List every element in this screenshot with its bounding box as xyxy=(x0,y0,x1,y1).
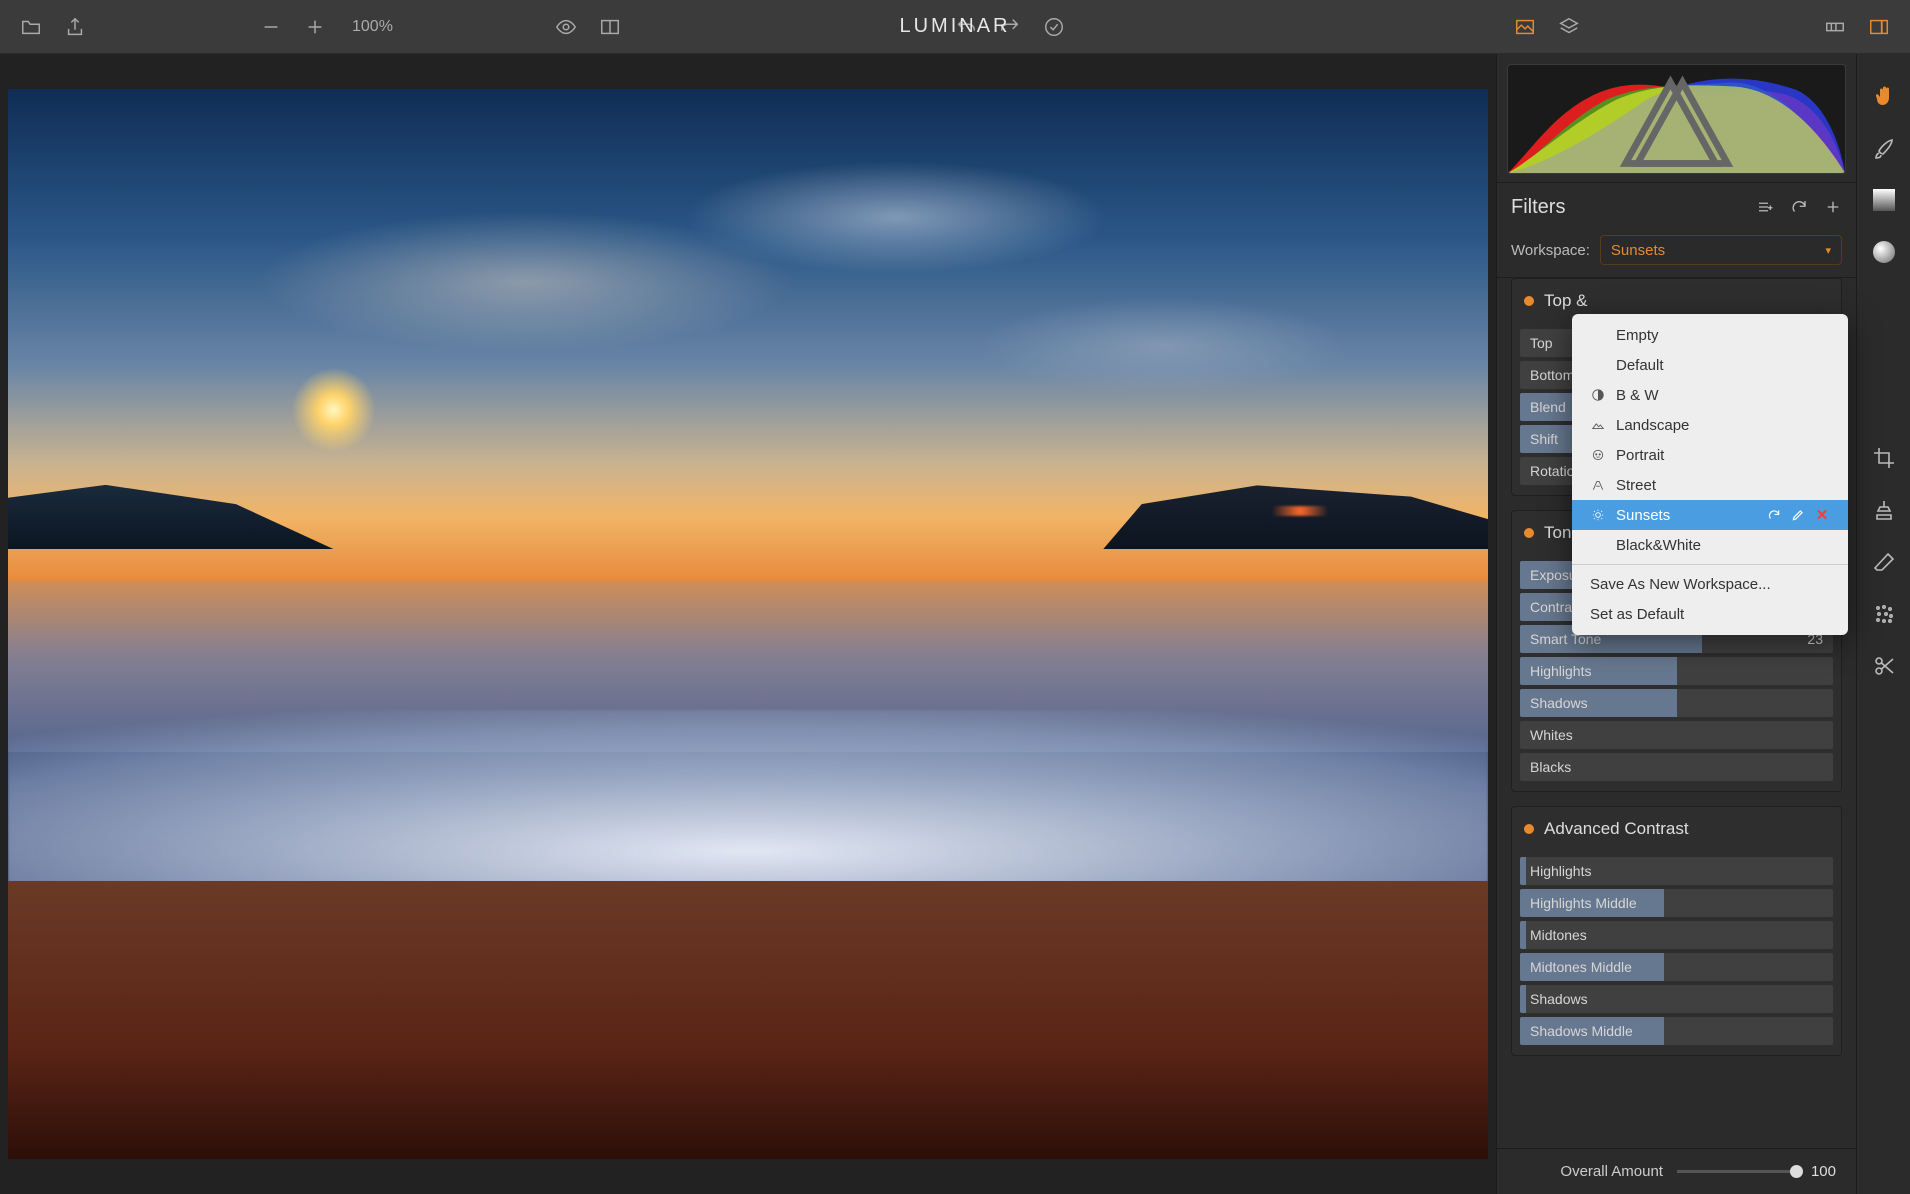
layers-icon[interactable] xyxy=(1556,14,1582,40)
presets-strip-icon[interactable] xyxy=(1822,14,1848,40)
zoom-level[interactable]: 100% xyxy=(352,18,393,36)
check-circle-icon[interactable] xyxy=(1041,14,1067,40)
slider[interactable]: Highlights Middle xyxy=(1520,889,1833,917)
share-icon[interactable] xyxy=(62,14,88,40)
filter-enabled-dot[interactable] xyxy=(1524,528,1534,538)
radial-tool-icon[interactable] xyxy=(1870,238,1898,266)
slider[interactable]: Shadows Middle xyxy=(1520,1017,1833,1045)
workspace-menu-item[interactable]: Sunsets ✕ xyxy=(1572,500,1848,530)
zoom-out-icon[interactable] xyxy=(258,14,284,40)
gradient-tool-icon[interactable] xyxy=(1870,186,1898,214)
slider-label: Shadows xyxy=(1520,695,1833,711)
image-mode-icon[interactable] xyxy=(1512,14,1538,40)
slider[interactable]: Shadows xyxy=(1520,985,1833,1013)
slider-label: Shadows Middle xyxy=(1520,1023,1833,1039)
slider-label: Whites xyxy=(1520,727,1833,743)
clip-warning-right-icon[interactable] xyxy=(1507,69,1839,174)
workspace-menu-item[interactable]: Default xyxy=(1572,350,1848,380)
workspace-menu-item[interactable]: Street xyxy=(1572,470,1848,500)
contrast-icon xyxy=(1590,387,1606,403)
delete-icon[interactable]: ✕ xyxy=(1814,507,1830,523)
slider[interactable]: Whites xyxy=(1520,721,1833,749)
workspace-selected-value: Sunsets xyxy=(1611,242,1665,259)
chevron-down-icon: ▾ xyxy=(1825,244,1831,257)
edit-icon[interactable] xyxy=(1790,507,1806,523)
overall-amount-label: Overall Amount xyxy=(1560,1163,1663,1180)
side-panel-icon[interactable] xyxy=(1866,14,1892,40)
slider-label: Highlights xyxy=(1520,663,1833,679)
menu-item-label: Set as Default xyxy=(1590,606,1684,623)
tool-strip xyxy=(1856,54,1910,1194)
filter-block: Advanced Contrast Highlights Highlights Mi… xyxy=(1511,806,1842,1056)
eraser-tool-icon[interactable] xyxy=(1870,548,1898,576)
menu-separator xyxy=(1572,564,1848,565)
slider-label: Midtones Middle xyxy=(1520,959,1833,975)
menu-item-label: Sunsets xyxy=(1616,507,1670,524)
workspace-menu-item[interactable]: Empty xyxy=(1572,320,1848,350)
filter-enabled-dot[interactable] xyxy=(1524,296,1534,306)
overall-amount-bar: Overall Amount 100 xyxy=(1497,1148,1856,1194)
menu-item-label: Portrait xyxy=(1616,447,1664,464)
slider-label: Highlights Middle xyxy=(1520,895,1833,911)
street-icon xyxy=(1590,477,1606,493)
slider[interactable]: Blacks xyxy=(1520,753,1833,781)
menu-item-label: B & W xyxy=(1616,387,1659,404)
workspace-menu-action[interactable]: Save As New Workspace... xyxy=(1572,569,1848,599)
compare-icon[interactable] xyxy=(597,14,623,40)
menu-item-label: Black&White xyxy=(1616,537,1701,554)
menu-item-label: Landscape xyxy=(1616,417,1689,434)
workspace-menu-item[interactable]: Landscape xyxy=(1572,410,1848,440)
plus-icon[interactable] xyxy=(1824,198,1842,216)
folder-icon[interactable] xyxy=(18,14,44,40)
add-filter-icon[interactable] xyxy=(1756,198,1774,216)
scissors-tool-icon[interactable] xyxy=(1870,652,1898,680)
top-toolbar: 100% LUMINAR xyxy=(0,0,1910,54)
slider[interactable]: Midtones xyxy=(1520,921,1833,949)
slider[interactable]: Highlights xyxy=(1520,857,1833,885)
menu-item-label: Empty xyxy=(1616,327,1659,344)
crop-tool-icon[interactable] xyxy=(1870,444,1898,472)
noise-tool-icon[interactable] xyxy=(1870,600,1898,628)
filter-block-title: Top & xyxy=(1544,291,1587,311)
filter-block-body: Highlights Highlights Middle Midtones Midto… xyxy=(1512,851,1841,1055)
filter-block-header[interactable]: Advanced Contrast xyxy=(1512,807,1841,851)
slider[interactable]: Midtones Middle xyxy=(1520,953,1833,981)
workspace-menu-item[interactable]: B & W xyxy=(1572,380,1848,410)
histogram[interactable] xyxy=(1507,64,1846,174)
menu-item-label: Save As New Workspace... xyxy=(1590,576,1771,593)
filter-enabled-dot[interactable] xyxy=(1524,824,1534,834)
slider-label: Midtones xyxy=(1520,927,1833,943)
filter-block-title: Advanced Contrast xyxy=(1544,819,1689,839)
workspace-menu-item[interactable]: Portrait xyxy=(1572,440,1848,470)
landscape-icon xyxy=(1590,417,1606,433)
image-canvas[interactable] xyxy=(0,54,1496,1194)
refresh-icon[interactable] xyxy=(1790,198,1808,216)
workspace-menu-item[interactable]: Black&White xyxy=(1572,530,1848,560)
edited-photo xyxy=(8,89,1488,1159)
hand-tool-icon[interactable] xyxy=(1870,82,1898,110)
slider-label: Highlights xyxy=(1520,863,1833,879)
workspace-dropdown-menu: Empty Default B & W Landscape Portrait Street… xyxy=(1572,314,1848,635)
slider-label: Blacks xyxy=(1520,759,1833,775)
slider[interactable]: Highlights xyxy=(1520,657,1833,685)
brush-tool-icon[interactable] xyxy=(1870,134,1898,162)
overall-amount-value: 100 xyxy=(1811,1163,1836,1180)
menu-item-label: Default xyxy=(1616,357,1664,374)
overall-amount-slider[interactable] xyxy=(1677,1170,1797,1173)
clone-stamp-icon[interactable] xyxy=(1870,496,1898,524)
reload-icon[interactable] xyxy=(1766,507,1782,523)
slider-label: Shadows xyxy=(1520,991,1833,1007)
workspace-menu-action[interactable]: Set as Default xyxy=(1572,599,1848,629)
slider[interactable]: Shadows xyxy=(1520,689,1833,717)
eye-icon[interactable] xyxy=(553,14,579,40)
workspace-dropdown[interactable]: Sunsets ▾ xyxy=(1600,235,1842,265)
portrait-face-icon xyxy=(1590,447,1606,463)
menu-item-label: Street xyxy=(1616,477,1656,494)
right-side-panel: Filters Workspace: Sunsets ▾ Top &TopBot… xyxy=(1496,54,1856,1194)
sun-icon xyxy=(1590,507,1606,523)
workspace-label: Workspace: xyxy=(1511,242,1590,259)
filters-panel-title: Filters xyxy=(1511,196,1565,219)
app-title: LUMINAR xyxy=(899,15,1010,38)
zoom-in-icon[interactable] xyxy=(302,14,328,40)
